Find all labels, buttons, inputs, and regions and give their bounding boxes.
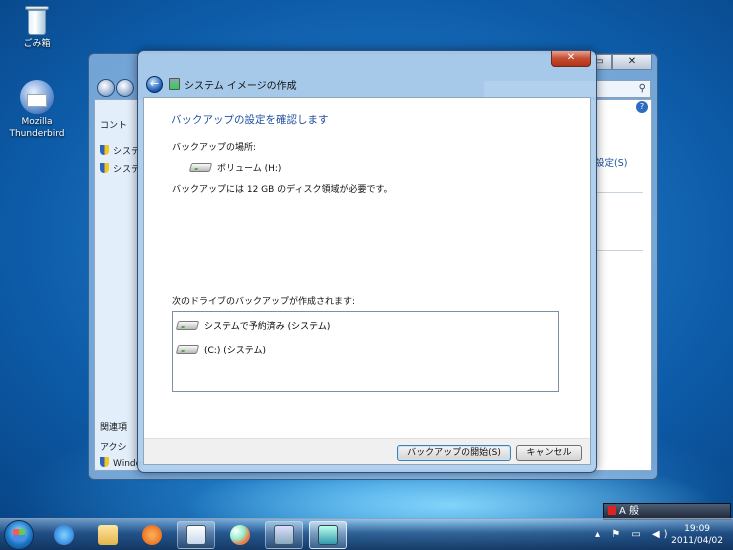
list-item[interactable]: (C:) (システム) <box>175 343 266 356</box>
thunderbird-icon <box>20 80 54 114</box>
list-item-label: システムで予約済み (システム) <box>204 322 331 332</box>
divider <box>595 250 643 251</box>
location-value: ボリューム (H:) <box>188 161 282 174</box>
drive-icon <box>175 321 200 330</box>
forward-icon[interactable] <box>116 79 134 97</box>
flag-icon <box>608 506 616 515</box>
ie-taskbar-button[interactable] <box>45 521 83 549</box>
clock-date: 2011/04/02 <box>671 536 723 546</box>
shield-icon <box>100 145 109 155</box>
dialog-close-button[interactable]: ✕ <box>551 51 591 67</box>
location-value-text: ボリューム (H:) <box>217 164 282 174</box>
list-item[interactable]: システムで予約済み (システム) <box>175 319 331 332</box>
backup-taskbar-button[interactable] <box>309 521 347 549</box>
desktop-icon-thunderbird[interactable]: Mozilla Thunderbird <box>5 80 69 140</box>
desktop-icon-recycle-bin[interactable]: ごみ箱 <box>5 4 69 50</box>
paint-icon <box>230 525 250 545</box>
dialog-title: システム イメージの作成 <box>184 81 297 92</box>
back-arrow-icon[interactable]: ← <box>146 76 163 93</box>
help-icon[interactable]: ? <box>636 101 648 113</box>
taskbar: ▴ ⚑ ▭ ◀) 19:09 2011/04/02 <box>0 518 733 550</box>
thunderbird-label-2: Thunderbird <box>9 129 65 139</box>
drives-list[interactable]: システムで予約済み (システム) (C:) (システム) <box>172 311 559 392</box>
dialog-footer: バックアップの開始(S) キャンセル <box>144 438 590 464</box>
clock-time: 19:09 <box>684 524 711 534</box>
ie-icon <box>54 525 74 545</box>
ime-mode[interactable]: A 般 <box>619 506 639 517</box>
window-app-icon <box>186 525 206 545</box>
media-player-icon <box>142 525 162 545</box>
dialog-body: バックアップの設定を確認します バックアップの場所: ボリューム (H:) バッ… <box>143 97 591 465</box>
backup-icon <box>169 78 180 90</box>
close-button[interactable]: ✕ <box>612 54 652 70</box>
left-pane-item-label: システ <box>113 147 141 157</box>
media-taskbar-button[interactable] <box>133 521 171 549</box>
search-icon: ⚲ <box>638 83 646 94</box>
folder-icon <box>98 525 118 545</box>
backup-icon <box>318 525 338 545</box>
drive-icon <box>175 345 200 354</box>
drive-icon <box>188 163 213 172</box>
settings-link[interactable]: 設定(S) <box>595 155 627 169</box>
drives-label: 次のドライブのバックアップが作成されます: <box>172 297 356 307</box>
tray-icons[interactable]: ▴ ⚑ ▭ ◀) <box>595 529 672 540</box>
start-backup-button[interactable]: バックアップの開始(S) <box>397 445 511 461</box>
space-note: バックアップには 12 GB のディスク領域が必要です。 <box>172 185 393 195</box>
shield-icon <box>100 457 109 467</box>
dialog-heading: バックアップの設定を確認します <box>171 114 329 126</box>
nav-buttons <box>97 79 135 100</box>
thunderbird-label-1: Mozilla <box>21 117 53 127</box>
explorer-taskbar-button[interactable] <box>89 521 127 549</box>
cancel-button[interactable]: キャンセル <box>516 445 582 461</box>
app-taskbar-button[interactable] <box>177 521 215 549</box>
start-button[interactable] <box>4 520 34 550</box>
left-pane: コント システ システ 関連項 アクシ Windo <box>95 100 143 470</box>
location-label: バックアップの場所: <box>172 143 257 153</box>
paint-taskbar-button[interactable] <box>221 521 259 549</box>
back-icon[interactable] <box>97 79 115 97</box>
system-image-dialog[interactable]: ✕ ← システム イメージの作成 バックアップの設定を確認します バックアップの… <box>137 50 597 473</box>
control-panel-icon <box>274 525 294 545</box>
divider <box>595 192 643 193</box>
left-pane-item-label: システ <box>113 165 141 175</box>
control-panel-taskbar-button[interactable] <box>265 521 303 549</box>
recycle-bin-icon <box>25 4 49 36</box>
system-tray: ▴ ⚑ ▭ ◀) 19:09 2011/04/02 <box>585 519 733 550</box>
shield-icon <box>100 163 109 173</box>
recycle-bin-label: ごみ箱 <box>23 39 51 49</box>
list-item-label: (C:) (システム) <box>204 346 266 356</box>
clock[interactable]: 19:09 2011/04/02 <box>671 523 723 547</box>
